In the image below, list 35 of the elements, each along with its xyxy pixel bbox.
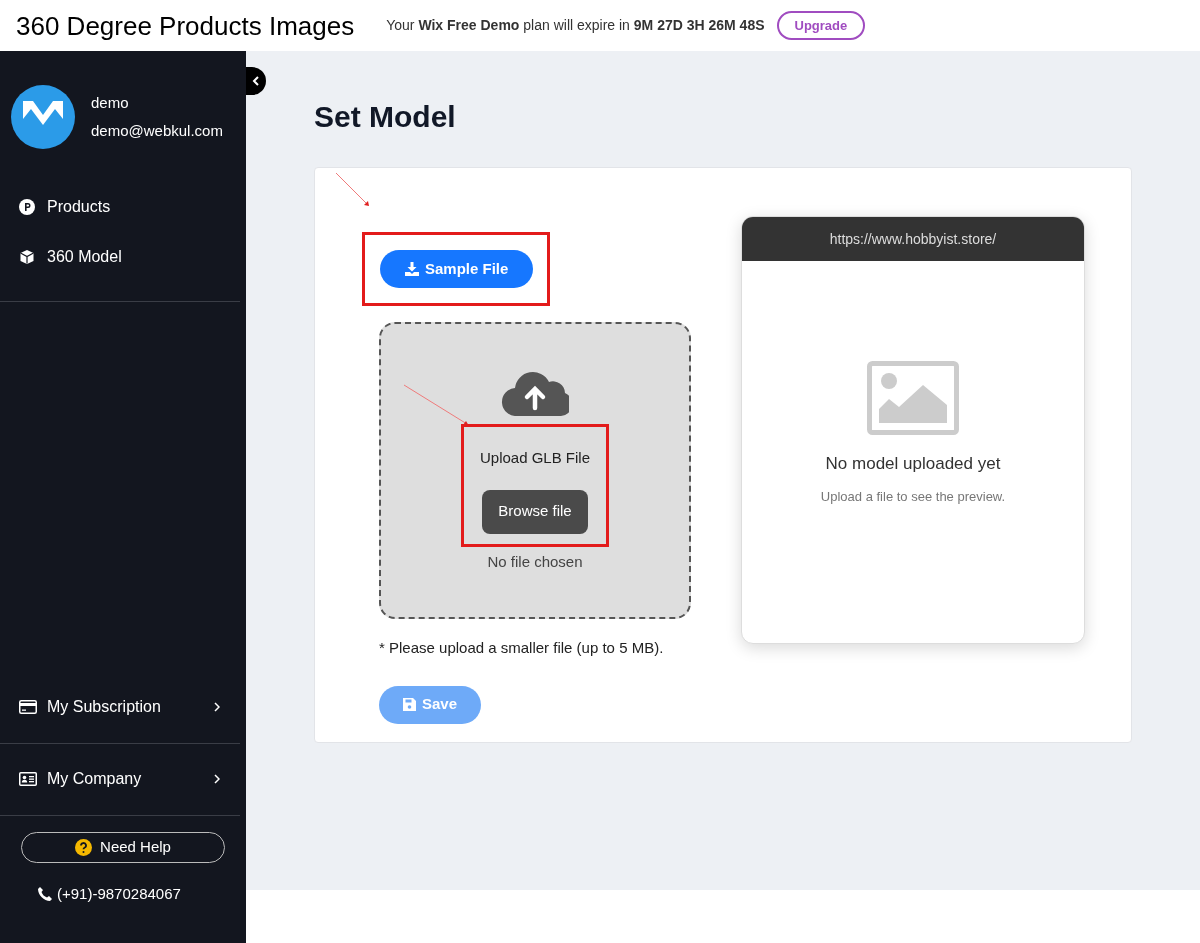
image-placeholder-icon [867,361,959,435]
nav-item[interactable]: Products [19,195,240,219]
plan-expiry-text: Your Wix Free Demo plan will expire in 9M 27D 3H 26M 48S [386,16,765,35]
upload-label: Upload GLB File [479,448,591,468]
download-icon [405,262,419,276]
id-card-icon [19,772,37,786]
credit-card-icon [19,700,37,714]
upload-note: * Please upload a smaller file (up to 5 MB). [379,638,665,658]
app-title: 360 Degree Products Images [16,12,355,39]
nav-item[interactable]: My Subscription [0,671,240,744]
user-name: demo [91,92,130,113]
nav-item[interactable]: My Company [0,743,240,816]
cube-icon [19,249,35,265]
chevron-right-icon [214,774,220,784]
empty-text: Upload a file to see the preview. [820,487,1006,506]
collapse-button[interactable] [246,67,266,95]
avatar-logo [11,85,75,149]
empty-title: No model uploaded yet [825,453,1001,475]
browse-file-button[interactable]: Browse file [482,489,588,534]
phone-icon [37,885,53,902]
chevron-right-icon [214,702,220,712]
file-status: No file chosen [487,552,583,572]
upgrade-button[interactable]: Upgrade [776,10,866,41]
pointer-arrow [335,172,371,208]
phone-number: (+91)-9870284067 [57,883,181,904]
chevron-left-icon [252,76,260,86]
p-circle-icon [19,199,35,215]
page-title: Set Model [314,99,457,135]
question-icon [75,838,93,856]
user-email: demo@webkul.com [91,121,223,141]
pointer-arrow [403,384,471,428]
upload-dropzone[interactable]: Upload GLB File Browse file No file chosen [379,322,691,619]
preview-url: https://www.hobbyist.store/ [829,229,997,249]
sample-file-button[interactable]: Sample File [380,250,534,288]
nav-item[interactable]: 360 Model [19,245,240,269]
